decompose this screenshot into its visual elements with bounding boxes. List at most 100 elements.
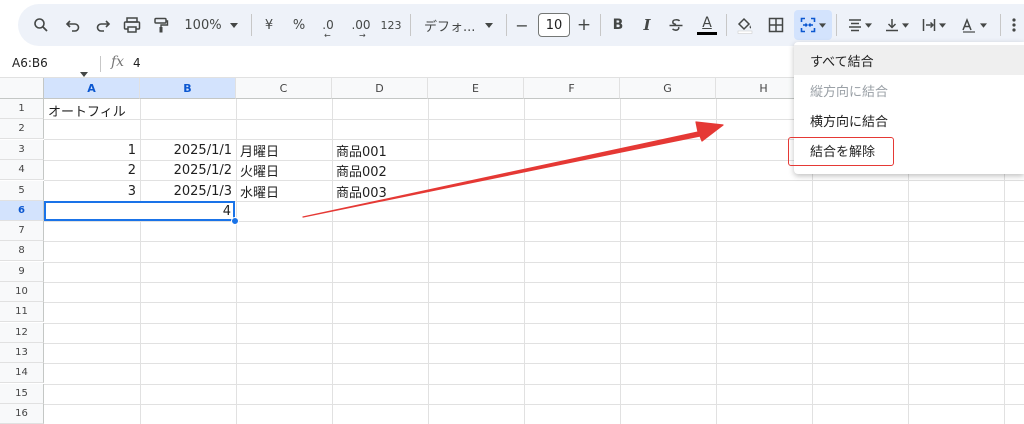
strikethrough-button[interactable] (664, 4, 688, 46)
fill-handle[interactable] (231, 217, 239, 225)
borders-button[interactable] (763, 4, 789, 46)
column-header-c[interactable]: C (236, 78, 332, 99)
name-box[interactable]: A6:B6 (12, 56, 48, 70)
row-header-10[interactable]: 10 (0, 282, 44, 302)
bold-button[interactable]: B (607, 4, 629, 46)
search-icon (33, 17, 49, 33)
row-header-14[interactable]: 14 (0, 363, 44, 383)
row-header-5[interactable]: 5 (0, 181, 44, 201)
row-header-2[interactable]: 2 (0, 119, 44, 139)
cell-b3[interactable]: 2025/1/1 (140, 140, 236, 160)
cell-a6-merged[interactable]: 4 (44, 201, 235, 221)
percent-format-button[interactable]: % (288, 4, 310, 46)
font-size-input[interactable]: 10 (538, 13, 570, 37)
undo-button[interactable] (60, 4, 86, 46)
more-vert-icon (1012, 18, 1016, 32)
merge-cells-button[interactable] (794, 10, 832, 40)
increase-decimal-button[interactable]: .00 → (346, 4, 376, 46)
row-header-8[interactable]: 8 (0, 241, 44, 261)
caret-down-icon (819, 22, 826, 28)
cell-b4[interactable]: 2025/1/2 (140, 160, 236, 180)
font-family-value: デフォ... (424, 19, 476, 35)
row-header-9[interactable]: 9 (0, 262, 44, 282)
toolbar-divider (600, 14, 601, 36)
vertical-align-button[interactable] (880, 4, 914, 46)
cell-a3[interactable]: 1 (44, 140, 140, 160)
row-header-4[interactable]: 4 (0, 160, 44, 180)
cell-d3[interactable]: 商品001 (332, 140, 428, 160)
row-header-12[interactable]: 12 (0, 323, 44, 343)
cell-a5[interactable]: 3 (44, 181, 140, 201)
paint-format-button[interactable] (148, 4, 174, 46)
borders-icon (768, 17, 784, 33)
percent-label: % (292, 17, 306, 33)
zoom-value: 100% (184, 17, 222, 33)
decrease-decimal-label: .0 (322, 18, 334, 32)
caret-down-icon (865, 22, 872, 28)
bold-label: B (612, 17, 624, 33)
row-header-11[interactable]: 11 (0, 302, 44, 322)
print-button[interactable] (119, 4, 145, 46)
row-header-6[interactable]: 6 (0, 201, 44, 221)
cell-a1[interactable]: オートフィル (44, 100, 164, 120)
select-all-corner[interactable] (0, 78, 44, 99)
formula-bar-divider (100, 56, 101, 72)
caret-down-icon (902, 22, 909, 28)
undo-icon (65, 17, 81, 33)
toolbar-divider (506, 14, 507, 36)
caret-down-icon (229, 22, 238, 28)
text-color-button[interactable]: A (694, 4, 720, 46)
zoom-select[interactable]: 100% (180, 4, 242, 46)
align-icon (848, 18, 862, 32)
row-header-13[interactable]: 13 (0, 343, 44, 363)
row-header-7[interactable]: 7 (0, 221, 44, 241)
cell-d4[interactable]: 商品002 (332, 160, 428, 180)
decrease-font-size-button[interactable]: − (512, 4, 532, 46)
menu-item-merge-vertically: 縦方向に結合 (810, 84, 889, 100)
number-format-button[interactable]: 123 (378, 4, 404, 46)
text-wrap-button[interactable] (917, 4, 951, 46)
menu-item-merge-horizontally[interactable]: 横方向に結合 (794, 105, 1024, 135)
menu-item-merge-all[interactable]: すべて結合 (794, 45, 1024, 75)
search-menus-button[interactable] (28, 4, 54, 46)
more-options-button[interactable] (1006, 4, 1022, 46)
grid-line (44, 221, 1024, 222)
cell-c5[interactable]: 水曜日 (236, 181, 332, 201)
column-header-e[interactable]: E (428, 78, 524, 99)
number-format-label: 123 (380, 18, 402, 32)
column-header-f[interactable]: F (524, 78, 620, 99)
fill-color-button[interactable] (732, 4, 758, 46)
fx-icon: fx (111, 54, 125, 70)
currency-format-button[interactable]: ¥ (258, 4, 280, 46)
row-header-15[interactable]: 15 (0, 384, 44, 404)
text-wrap-icon (922, 18, 936, 32)
column-header-b[interactable]: B (140, 78, 236, 99)
text-rotation-button[interactable] (954, 4, 994, 46)
cell-d5[interactable]: 商品003 (332, 181, 428, 201)
row-header-3[interactable]: 3 (0, 140, 44, 160)
row-header-1[interactable]: 1 (0, 99, 44, 119)
horizontal-align-button[interactable] (843, 4, 877, 46)
column-header-g[interactable]: G (620, 78, 716, 99)
increase-font-size-button[interactable]: + (574, 4, 594, 46)
formula-input[interactable]: 4 (133, 56, 141, 70)
font-family-select[interactable]: デフォ... (418, 4, 500, 46)
cell-c3[interactable]: 月曜日 (236, 140, 332, 160)
redo-button[interactable] (90, 4, 116, 46)
italic-button[interactable]: I (636, 4, 658, 46)
decrease-decimal-button[interactable]: .0 ← (314, 4, 342, 46)
print-icon (123, 17, 141, 33)
toolbar-divider (836, 14, 837, 36)
grid-line (44, 302, 1024, 303)
cell-a4[interactable]: 2 (44, 160, 140, 180)
grid-line (44, 343, 1024, 344)
grid-line (44, 404, 1024, 405)
column-header-a[interactable]: A (44, 78, 140, 99)
font-size-value: 10 (545, 17, 563, 33)
grid-line (44, 241, 1024, 242)
cell-b5[interactable]: 2025/1/3 (140, 181, 236, 201)
column-header-d[interactable]: D (332, 78, 428, 99)
currency-label: ¥ (264, 17, 274, 33)
row-header-16[interactable]: 16 (0, 404, 44, 424)
cell-c4[interactable]: 火曜日 (236, 160, 332, 180)
